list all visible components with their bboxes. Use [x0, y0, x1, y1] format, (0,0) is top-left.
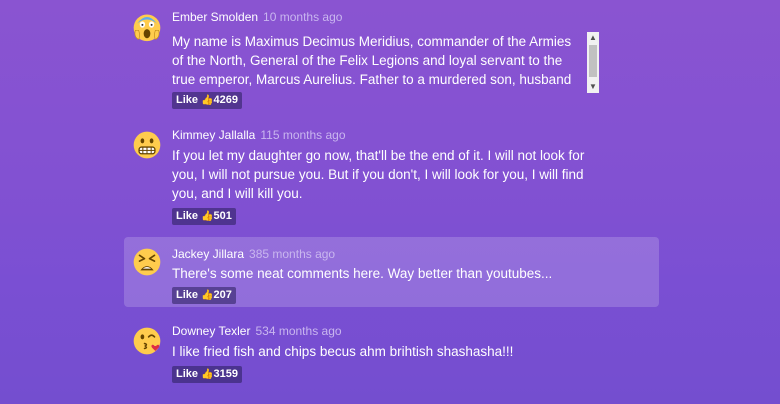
comment-text: I like fried fish and chips becus ahm br… [172, 344, 514, 359]
like-button[interactable]: Like 👍4269 [172, 92, 242, 109]
like-label: Like [176, 368, 199, 380]
comment-text-scrollbox[interactable]: My name is Maximus Decimus Meridius, com… [172, 32, 599, 93]
comment-meta: Jackey Jillara 385 months ago [172, 247, 335, 261]
comment-time: 10 months ago [263, 10, 343, 24]
author-name[interactable]: Ember Smolden [172, 10, 258, 24]
like-label: Like [176, 289, 199, 301]
thumbs-up-icon: 👍 [201, 95, 214, 106]
comment-text: There's some neat comments here. Way bet… [172, 266, 553, 281]
like-button[interactable]: Like 👍501 [172, 208, 236, 225]
like-label: Like [176, 210, 199, 222]
thumbs-up-icon: 👍 [201, 211, 214, 222]
comment-highlighted[interactable]: Jackey Jillara 385 months ago There's som… [124, 237, 659, 307]
comment: Ember Smolden 10 months ago My name is Ma… [124, 8, 659, 110]
comment: Kimmey Jallalla 115 months ago If you let… [124, 126, 659, 228]
comment-time: 534 months ago [255, 324, 342, 338]
comment-meta: Kimmey Jallalla 115 months ago [172, 128, 346, 142]
like-count: 207 [213, 289, 232, 301]
thumbs-up-icon: 👍 [201, 369, 214, 380]
tired-face-icon [133, 248, 161, 276]
author-name[interactable]: Downey Texler [172, 324, 250, 338]
grimacing-face-icon [133, 131, 161, 159]
author-name[interactable]: Kimmey Jallalla [172, 128, 255, 142]
like-count: 501 [213, 210, 232, 222]
comment-meta: Downey Texler 534 months ago [172, 324, 342, 338]
author-name[interactable]: Jackey Jillara [172, 247, 244, 261]
like-button[interactable]: Like 👍207 [172, 287, 236, 304]
thumbs-up-icon: 👍 [201, 290, 214, 301]
scrollbar[interactable]: ▲ ▼ [587, 32, 599, 93]
scroll-down-arrow-icon[interactable]: ▼ [587, 81, 599, 93]
like-count: 3159 [213, 368, 238, 380]
comment-meta: Ember Smolden 10 months ago [172, 10, 342, 24]
like-count: 4269 [213, 94, 238, 106]
comment-time: 115 months ago [260, 128, 346, 142]
comment-text: If you let my daughter go now, that'll b… [172, 148, 585, 201]
scrollbar-thumb[interactable] [589, 45, 597, 77]
kissing-heart-face-icon [133, 327, 161, 355]
comment: Downey Texler 534 months ago I like fried… [124, 322, 659, 388]
like-button[interactable]: Like 👍3159 [172, 366, 242, 383]
like-label: Like [176, 94, 199, 106]
comment-time: 385 months ago [249, 247, 336, 261]
screaming-face-icon [133, 14, 161, 42]
scroll-up-arrow-icon[interactable]: ▲ [587, 32, 599, 44]
comment-text: My name is Maximus Decimus Meridius, com… [172, 34, 572, 93]
